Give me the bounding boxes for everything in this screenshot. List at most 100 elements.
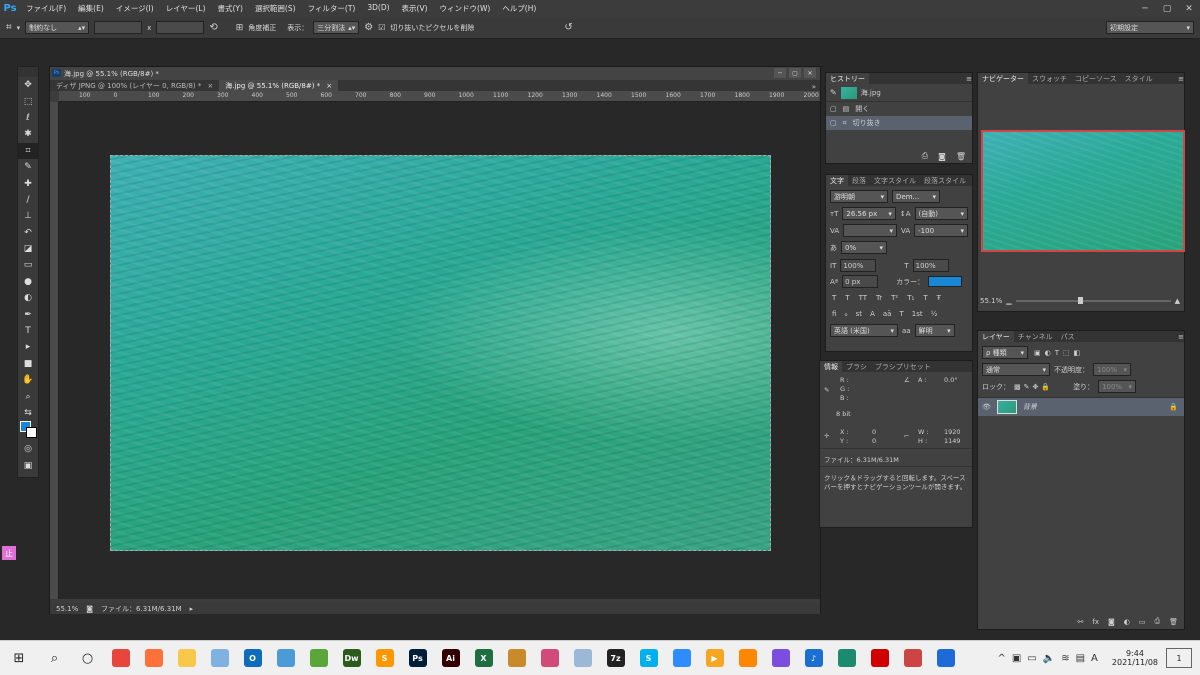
move-tool-icon[interactable]: ✥ — [18, 77, 38, 93]
taskbar-app-photoshop[interactable]: Ps — [401, 641, 434, 675]
trash-icon[interactable]: 🗑 — [956, 152, 966, 161]
menu-item-9[interactable]: ウィンドウ(W) — [434, 3, 497, 14]
ratio-select[interactable]: 制約なし ▴▾ — [25, 21, 90, 34]
status-icon[interactable]: ◙ — [86, 605, 93, 613]
doc-close-button[interactable]: ✕ — [804, 68, 816, 78]
close-button[interactable]: ✕ — [1178, 0, 1200, 17]
leading-field[interactable]: (自動) ▾ — [914, 207, 968, 220]
font-family-select[interactable]: 游明朝 ▾ — [830, 190, 888, 203]
menu-item-0[interactable]: ファイル(F) — [20, 3, 72, 14]
font-size-field[interactable]: 26.56 px ▾ — [842, 207, 896, 220]
kerning-field[interactable]: ▾ — [843, 224, 897, 237]
folder-icon[interactable]: ▭ — [1139, 618, 1146, 626]
taskbar-app-dreamweaver[interactable]: Dw — [335, 641, 368, 675]
blend-mode-select[interactable]: 通常 ▾ — [982, 363, 1050, 376]
opentype-button-7[interactable]: ½ — [931, 310, 938, 318]
tab-clone-source[interactable]: コピーソース — [1071, 73, 1121, 84]
tab-channels[interactable]: チャンネル — [1014, 331, 1057, 342]
cortana-icon[interactable]: ○ — [71, 641, 104, 675]
taskbar-app-excel[interactable]: X — [467, 641, 500, 675]
quick-mask-icon[interactable]: ◎ — [18, 441, 38, 457]
menu-item-3[interactable]: レイヤー(L) — [160, 3, 212, 14]
visibility-eye-icon[interactable]: 👁 — [982, 403, 991, 411]
taskbar-app-skype[interactable]: S — [632, 641, 665, 675]
menu-item-1[interactable]: 編集(E) — [72, 3, 110, 14]
taskbar-app-record[interactable] — [863, 641, 896, 675]
menu-item-2[interactable]: イメージ(I) — [110, 3, 160, 14]
type-style-button-1[interactable]: T — [845, 294, 849, 302]
maximize-button[interactable]: ▢ — [1156, 0, 1178, 17]
history-brush-source-icon[interactable]: ✎ — [830, 88, 837, 97]
lock-icons[interactable]: ▩✎✥🔒 — [1014, 383, 1053, 391]
close-icon[interactable]: × — [326, 82, 332, 90]
taskbar-app-app23[interactable] — [830, 641, 863, 675]
taskbar-app-7zip[interactable]: 7z — [599, 641, 632, 675]
taskbar-app-outlook[interactable]: O — [236, 641, 269, 675]
close-icon[interactable]: × — [207, 82, 213, 90]
menu-item-4[interactable]: 書式(Y) — [212, 3, 249, 14]
tab-history[interactable]: ヒストリー — [826, 73, 869, 84]
type-style-button-2[interactable]: TT — [859, 294, 867, 302]
blur-icon[interactable]: ● — [18, 274, 38, 290]
taskbar-app-chrome[interactable] — [104, 641, 137, 675]
antialias-select[interactable]: 鮮明 ▾ — [914, 324, 955, 337]
zoom-in-icon[interactable]: ▲ — [1175, 297, 1184, 305]
panel-menu-icon[interactable]: ≡ — [1178, 333, 1184, 341]
fx-icon[interactable]: fx — [1092, 618, 1099, 626]
menu-item-5[interactable]: 選択範囲(S) — [249, 3, 302, 14]
search-icon[interactable]: ⌕ — [38, 641, 71, 675]
language-select[interactable]: 英語 (米国) ▾ — [830, 324, 898, 337]
zoom-out-icon[interactable]: ▁ — [1006, 297, 1011, 305]
swap-colors-icon[interactable]: ⇆ — [18, 405, 38, 421]
menu-item-10[interactable]: ヘルプ(H) — [496, 3, 542, 14]
ime-icon[interactable]: 止 — [2, 546, 16, 560]
tab-para-style[interactable]: 段落スタイル — [920, 175, 970, 186]
layer-filter-select[interactable]: ρ 種類 ▾ — [982, 346, 1028, 359]
gear-icon[interactable]: ⚙ — [364, 22, 373, 33]
snapshot-label[interactable]: 海.jpg — [861, 88, 881, 98]
camera-icon[interactable]: ◙ — [938, 152, 946, 161]
new-layer-icon[interactable]: ⎙ — [1155, 617, 1161, 626]
overlay-select[interactable]: 三分割法 ▴▾ — [313, 21, 360, 34]
horizontal-scale-field[interactable]: 100% — [912, 259, 949, 272]
color-swatches[interactable] — [18, 421, 38, 441]
tab-brush-presets[interactable]: ブラシプリセット — [871, 361, 935, 372]
ime-indicator[interactable]: A — [1091, 653, 1098, 664]
history-brush-icon[interactable]: ↶ — [18, 225, 38, 241]
taskbar-app-app26[interactable] — [929, 641, 962, 675]
checkbox-icon[interactable]: ▢ — [830, 105, 837, 113]
zoom-slider[interactable] — [1015, 297, 1171, 304]
volume-icon[interactable]: 🔈 — [1043, 653, 1055, 664]
type-tool-icon[interactable]: T — [18, 323, 38, 339]
clock[interactable]: 9:44 2021/11/08 — [1104, 649, 1166, 667]
zoom-icon[interactable]: ⌕ — [18, 388, 38, 404]
tab-overflow-icon[interactable]: » — [812, 83, 820, 91]
crop-tool-icon[interactable]: ⌗ — [6, 22, 12, 33]
font-style-select[interactable]: Dem... ▾ — [892, 190, 940, 203]
menu-item-6[interactable]: フィルター(T) — [302, 3, 362, 14]
doc-minimize-button[interactable]: ─ — [774, 68, 786, 78]
healing-brush-icon[interactable]: ✚ — [18, 175, 38, 191]
straighten-icon[interactable]: ⊞ — [236, 23, 244, 33]
link-icon[interactable]: ⚯ — [1077, 618, 1083, 626]
taskbar-app-explorer[interactable] — [170, 641, 203, 675]
workspace-select[interactable]: 初期設定 ▾ — [1106, 21, 1194, 34]
status-arrow-icon[interactable]: ▸ — [190, 605, 194, 613]
network-icon[interactable]: ▤ — [1076, 653, 1085, 664]
type-style-button-7[interactable]: Ŧ — [937, 294, 941, 302]
taskbar-app-app6[interactable] — [269, 641, 302, 675]
screen-mode-icon[interactable]: ▣ — [18, 458, 38, 474]
trash-icon[interactable]: 🗑 — [1169, 618, 1178, 626]
crop-tool-icon[interactable]: ⌗ — [18, 142, 38, 159]
dodge-icon[interactable]: ◐ — [18, 290, 38, 306]
eyedropper-icon[interactable]: ✎ — [18, 159, 38, 175]
gradient-icon[interactable]: ▭ — [18, 257, 38, 273]
swap-icon[interactable]: ⟲ — [209, 22, 217, 33]
history-item-crop[interactable]: 切り抜き — [853, 118, 881, 128]
taskbar-app-app15[interactable] — [566, 641, 599, 675]
reset-icon[interactable]: ↺ — [564, 22, 572, 33]
baseline-field[interactable]: 0 px — [842, 275, 879, 288]
taskbar-app-app13[interactable] — [500, 641, 533, 675]
type-style-button-0[interactable]: T — [832, 294, 836, 302]
taskbar-app-app7[interactable] — [302, 641, 335, 675]
